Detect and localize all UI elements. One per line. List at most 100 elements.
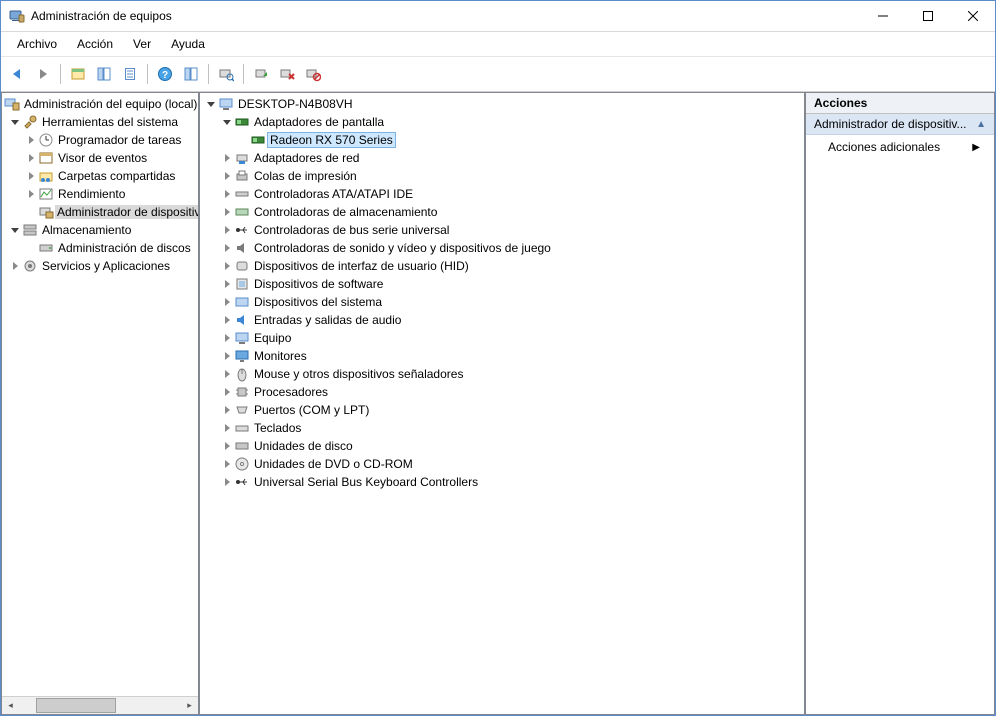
event-viewer-icon [38, 150, 54, 166]
toolbar-button[interactable] [179, 62, 203, 86]
scroll-left-button[interactable]: ◂ [2, 698, 19, 713]
chevron-down-icon[interactable] [220, 115, 234, 129]
tree-item-disk-drives[interactable]: Unidades de disco [200, 437, 804, 455]
export-list-button[interactable] [118, 62, 142, 86]
tree-label: Herramientas del sistema [42, 115, 178, 129]
tree-item-computer[interactable]: DESKTOP-N4B08VH [200, 95, 804, 113]
uninstall-device-button[interactable] [275, 62, 299, 86]
console-tree[interactable]: Administración del equipo (local) Herram… [2, 93, 199, 696]
chevron-down-icon[interactable] [8, 115, 22, 129]
tree-item-storage[interactable]: Almacenamiento [2, 221, 199, 239]
chevron-right-icon[interactable] [220, 439, 234, 453]
tree-item-hid[interactable]: Dispositivos de interfaz de usuario (HID… [200, 257, 804, 275]
tree-item-ata-atapi[interactable]: Controladoras ATA/ATAPI IDE [200, 185, 804, 203]
chevron-right-icon[interactable] [24, 151, 38, 165]
tree-item-device-manager[interactable]: Administrador de dispositivos [2, 203, 199, 221]
menu-file[interactable]: Archivo [9, 34, 65, 54]
tree-item-print-queues[interactable]: Colas de impresión [200, 167, 804, 185]
help-button[interactable]: ? [153, 62, 177, 86]
actions-group[interactable]: Administrador de dispositiv... ▲ [806, 114, 994, 135]
tree-item-usb-keyboard-controllers[interactable]: Universal Serial Bus Keyboard Controller… [200, 473, 804, 491]
tree-item-services-apps[interactable]: Servicios y Aplicaciones [2, 257, 199, 275]
tree-label: Dispositivos de interfaz de usuario (HID… [254, 259, 469, 273]
actions-more-label: Acciones adicionales [828, 140, 940, 154]
tree-label: Visor de eventos [58, 151, 147, 165]
tree-item-network-adapters[interactable]: Adaptadores de red [200, 149, 804, 167]
show-hide-tree-button[interactable] [66, 62, 90, 86]
chevron-right-icon[interactable] [220, 295, 234, 309]
tree-item-display-adapters[interactable]: Adaptadores de pantalla [200, 113, 804, 131]
chevron-right-icon[interactable] [220, 223, 234, 237]
close-button[interactable] [950, 1, 995, 31]
tree-item-software-devices[interactable]: Dispositivos de software [200, 275, 804, 293]
chevron-right-icon[interactable] [220, 169, 234, 183]
menu-view[interactable]: Ver [125, 34, 159, 54]
tree-item-keyboards[interactable]: Teclados [200, 419, 804, 437]
tree-item-event-viewer[interactable]: Visor de eventos [2, 149, 199, 167]
tree-item-performance[interactable]: Rendimiento [2, 185, 199, 203]
update-driver-button[interactable] [249, 62, 273, 86]
menu-help[interactable]: Ayuda [163, 34, 213, 54]
tree-item-task-scheduler[interactable]: Programador de tareas [2, 131, 199, 149]
chevron-right-icon[interactable] [220, 151, 234, 165]
tree-item-usb-controllers[interactable]: Controladoras de bus serie universal [200, 221, 804, 239]
forward-button[interactable] [31, 62, 55, 86]
tree-label: Rendimiento [58, 187, 125, 201]
chevron-down-icon[interactable] [204, 97, 218, 111]
performance-icon [38, 186, 54, 202]
tree-item-radeon[interactable]: Radeon RX 570 Series [200, 131, 804, 149]
scroll-right-button[interactable]: ▸ [181, 698, 198, 713]
chevron-right-icon[interactable] [8, 259, 22, 273]
chevron-right-icon[interactable] [24, 133, 38, 147]
chevron-right-icon[interactable] [220, 475, 234, 489]
tree-item-sound-video-game[interactable]: Controladoras de sonido y vídeo y dispos… [200, 239, 804, 257]
mouse-icon [234, 366, 250, 382]
horizontal-scrollbar[interactable]: ◂ ▸ [2, 696, 198, 714]
chevron-right-icon[interactable] [220, 403, 234, 417]
tree-item-computer-management[interactable]: Administración del equipo (local) [2, 95, 199, 113]
tree-item-system-tools[interactable]: Herramientas del sistema [2, 113, 199, 131]
chevron-right-icon[interactable] [24, 187, 38, 201]
device-tree[interactable]: DESKTOP-N4B08VH Adaptadores de pantalla … [200, 93, 804, 493]
tree-label: Universal Serial Bus Keyboard Controller… [254, 475, 478, 489]
tree-item-mice[interactable]: Mouse y otros dispositivos señaladores [200, 365, 804, 383]
disable-device-button[interactable] [301, 62, 325, 86]
tree-item-monitors[interactable]: Monitores [200, 347, 804, 365]
scan-hardware-button[interactable] [214, 62, 238, 86]
chevron-right-icon[interactable] [220, 349, 234, 363]
chevron-right-icon[interactable] [220, 205, 234, 219]
tree-item-audio-io[interactable]: Entradas y salidas de audio [200, 311, 804, 329]
chevron-down-icon[interactable] [8, 223, 22, 237]
main-area: Administración del equipo (local) Herram… [1, 92, 995, 715]
actions-more[interactable]: Acciones adicionales ▶ [806, 135, 994, 159]
maximize-button[interactable] [905, 1, 950, 31]
chevron-right-icon[interactable] [220, 241, 234, 255]
tree-item-system-devices[interactable]: Dispositivos del sistema [200, 293, 804, 311]
chevron-right-icon[interactable] [220, 457, 234, 471]
chevron-right-icon[interactable] [220, 331, 234, 345]
tree-item-computer-category[interactable]: Equipo [200, 329, 804, 347]
tree-item-shared-folders[interactable]: Carpetas compartidas [2, 167, 199, 185]
dvd-icon [234, 456, 250, 472]
chevron-right-icon[interactable] [220, 421, 234, 435]
menu-action[interactable]: Acción [69, 34, 121, 54]
tree-item-storage-controllers[interactable]: Controladoras de almacenamiento [200, 203, 804, 221]
minimize-button[interactable] [860, 1, 905, 31]
scrollbar-thumb[interactable] [36, 698, 116, 713]
collapse-group-icon[interactable]: ▲ [976, 119, 986, 130]
tree-item-processors[interactable]: Procesadores [200, 383, 804, 401]
toolbar-separator [147, 64, 148, 84]
tree-item-disk-management[interactable]: Administración de discos [2, 239, 199, 257]
tree-item-dvd-cd[interactable]: Unidades de DVD o CD-ROM [200, 455, 804, 473]
chevron-right-icon[interactable] [220, 259, 234, 273]
chevron-right-icon[interactable] [24, 169, 38, 183]
chevron-right-icon[interactable] [220, 367, 234, 381]
properties-button[interactable] [92, 62, 116, 86]
chevron-right-icon[interactable] [220, 385, 234, 399]
chevron-right-icon[interactable] [220, 277, 234, 291]
back-button[interactable] [5, 62, 29, 86]
chevron-right-icon[interactable] [220, 313, 234, 327]
tree-item-ports[interactable]: Puertos (COM y LPT) [200, 401, 804, 419]
display-adapter-icon [234, 114, 250, 130]
chevron-right-icon[interactable] [220, 187, 234, 201]
